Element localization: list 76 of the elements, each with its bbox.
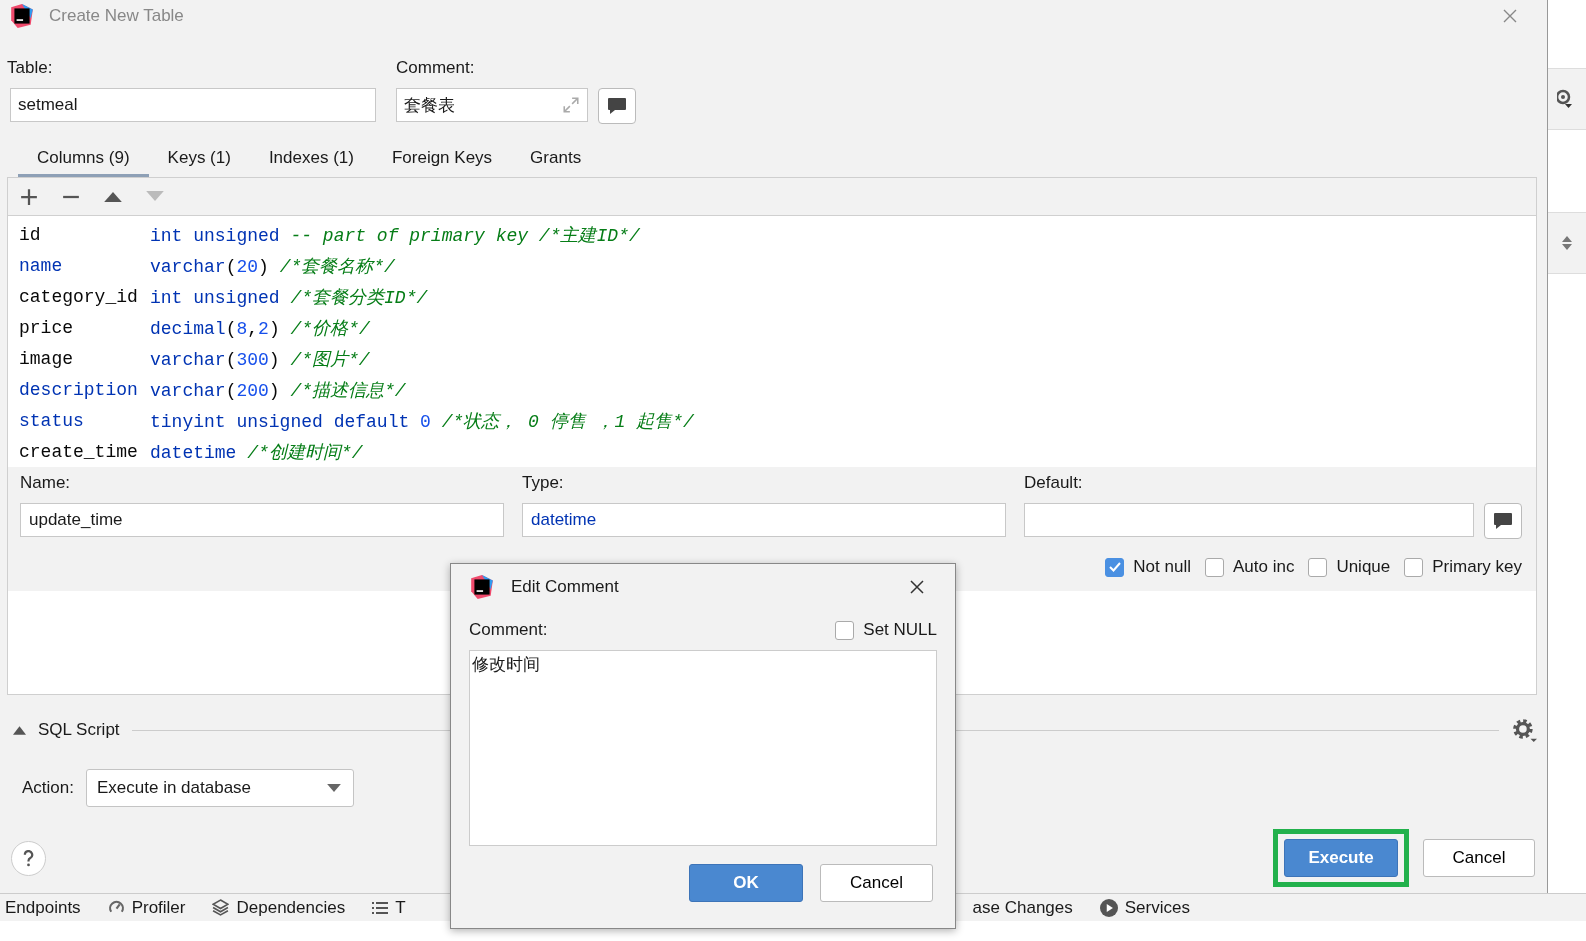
tab[interactable]: Keys (1)	[148, 142, 250, 177]
comment-text-area[interactable]: 修改时间	[469, 650, 937, 846]
checkbox-label[interactable]: Auto inc	[1232, 557, 1295, 577]
name-field[interactable]: update_time	[20, 503, 504, 537]
checkbox-label[interactable]: Set NULL	[863, 620, 937, 640]
column-name[interactable]: category_id	[19, 286, 150, 307]
column-name[interactable]: image	[19, 348, 150, 369]
tool-window-tab[interactable]: Endpoints	[5, 897, 81, 918]
dropdown-arrow-icon	[327, 784, 341, 792]
column-name[interactable]: price	[19, 317, 150, 338]
column-name[interactable]: create_time	[19, 441, 150, 462]
column-definition[interactable]: decimal(8,2) /*价格*/	[150, 315, 370, 340]
column-name[interactable]: id	[19, 224, 150, 245]
checkbox-label[interactable]: Primary key	[1432, 557, 1522, 577]
layers-icon	[212, 899, 230, 916]
column-name[interactable]: description	[19, 379, 150, 400]
list-icon	[372, 900, 389, 915]
field-label: Comment:	[396, 58, 476, 78]
column-name[interactable]: name	[19, 255, 150, 276]
comment-button[interactable]	[1484, 503, 1522, 539]
tool-window-tab[interactable]: Dependencies	[212, 897, 346, 918]
column-definition[interactable]: int unsigned -- part of primary key /*主建ID*/	[150, 222, 640, 247]
window-title: Create New Table	[49, 6, 184, 26]
tab[interactable]: Foreign Keys	[372, 142, 512, 177]
check-icon	[1107, 560, 1122, 574]
tool-window-tab[interactable]: T	[372, 897, 406, 918]
execute-button[interactable]: Execute	[1284, 839, 1398, 877]
close-icon[interactable]	[910, 580, 924, 594]
default-field[interactable]	[1024, 503, 1474, 537]
speech-bubble-icon	[607, 97, 627, 115]
column-definition[interactable]: tinyint unsigned default 0 /*状态， 0 停售 ，1 起售*/	[150, 408, 694, 433]
column-definition[interactable]: varchar(20) /*套餐名称*/	[150, 253, 395, 278]
speech-bubble-icon	[1493, 512, 1513, 530]
comment-button[interactable]	[598, 88, 636, 124]
column-definition[interactable]: varchar(200) /*描述信息*/	[150, 377, 406, 402]
tab[interactable]: Indexes (1)	[249, 142, 373, 177]
field-label: Default:	[1024, 473, 1084, 493]
field-label: Action:	[22, 778, 74, 798]
checkbox[interactable]	[1204, 557, 1224, 577]
comment-field[interactable]: 套餐表	[396, 88, 588, 122]
tool-window-tab[interactable]: ase Changes	[972, 897, 1073, 918]
app-logo-icon	[469, 574, 495, 600]
question-mark-icon	[23, 849, 34, 867]
table-name-field[interactable]: setmeal	[10, 88, 376, 122]
checkbox-label[interactable]: Not null	[1133, 557, 1191, 577]
tool-window-tab[interactable]: Services	[1099, 897, 1190, 918]
field-label: Name:	[20, 473, 72, 493]
cancel-button[interactable]: Cancel	[820, 864, 933, 902]
checkbox[interactable]	[835, 620, 855, 640]
action-dropdown[interactable]: Execute in database	[86, 769, 354, 807]
field-label: Type:	[522, 473, 565, 493]
tab[interactable]: Grants	[511, 142, 601, 177]
settings-icon[interactable]	[1511, 717, 1537, 743]
collapse-arrow-icon[interactable]	[13, 725, 26, 735]
play-icon	[1099, 898, 1118, 917]
checkbox-label[interactable]: Unique	[1336, 557, 1391, 577]
move-up-icon[interactable]	[104, 191, 122, 202]
field-label: Table:	[7, 58, 54, 78]
column-name[interactable]: status	[19, 410, 150, 431]
column-definition[interactable]: datetime /*创建时间*/	[150, 439, 363, 464]
checkbox[interactable]	[1404, 557, 1424, 577]
section-title[interactable]: SQL Script	[38, 720, 120, 740]
app-logo-icon	[9, 3, 35, 29]
sort-arrows-icon[interactable]	[1562, 236, 1572, 250]
cancel-button[interactable]: Cancel	[1423, 839, 1535, 877]
field-label: Comment:	[469, 620, 548, 640]
help-button[interactable]	[11, 840, 46, 876]
type-field[interactable]: datetime	[522, 503, 1006, 537]
tool-window-tab[interactable]: Profiler	[107, 897, 186, 918]
add-icon[interactable]	[20, 187, 38, 206]
column-definition[interactable]: int unsigned /*套餐分类ID*/	[150, 284, 428, 309]
checkbox[interactable]	[1308, 557, 1328, 577]
checkbox[interactable]	[1105, 557, 1125, 577]
column-definition[interactable]: varchar(300) /*图片*/	[150, 346, 370, 371]
ok-button[interactable]: OK	[689, 864, 803, 902]
dialog-title: Edit Comment	[511, 577, 619, 597]
